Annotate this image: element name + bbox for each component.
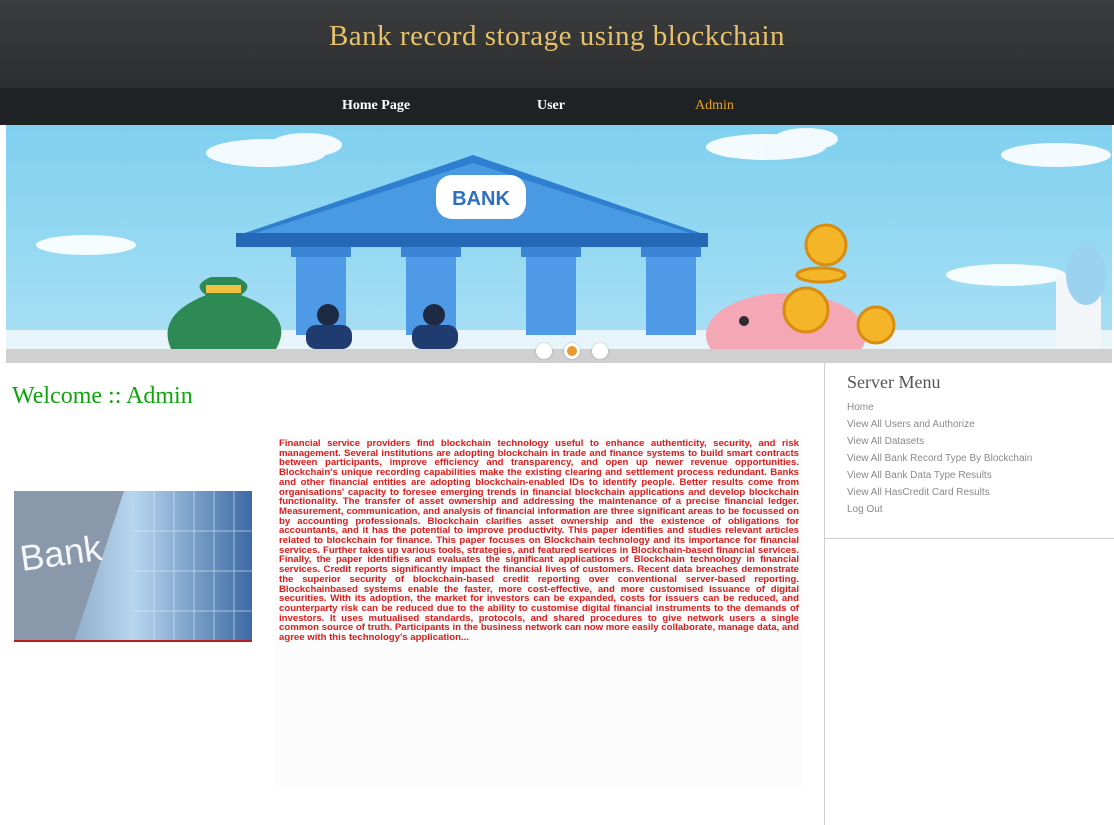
bank-illustration: BANK <box>6 128 1112 349</box>
slider-pagination <box>6 343 1112 363</box>
menu-item-view-datasets[interactable]: View All Datasets <box>847 436 1087 447</box>
server-menu: Server Menu Home View All Users and Auth… <box>825 363 1114 539</box>
slide-dot-2[interactable] <box>564 343 580 359</box>
menu-item-view-bank-record-type[interactable]: View All Bank Record Type By Blockchain <box>847 453 1087 464</box>
hero-banner-image: BANK <box>6 125 1112 349</box>
menu-item-view-users-authorize[interactable]: View All Users and Authorize <box>847 419 1087 430</box>
slide-dot-3[interactable] <box>592 343 608 359</box>
bank-building-image: Bank <box>14 491 252 640</box>
menu-item-view-bank-data-type-results[interactable]: View All Bank Data Type Results <box>847 470 1087 481</box>
bank-sign-text: BANK <box>452 188 510 210</box>
site-title: Bank record storage using blockchain <box>328 19 786 52</box>
welcome-heading: Welcome :: Admin <box>12 383 193 409</box>
menu-item-view-hascredit-card-results[interactable]: View All HasCredit Card Results <box>847 487 1087 498</box>
site-header: Bank record storage using blockchain <box>0 0 1114 88</box>
article-text: Financial service providers find blockch… <box>275 437 803 788</box>
slide-dot-1[interactable] <box>536 343 552 359</box>
nav-home-page[interactable]: Home Page <box>342 98 410 114</box>
nav-admin[interactable]: Admin <box>695 98 734 114</box>
server-menu-title: Server Menu <box>847 372 941 392</box>
menu-item-log-out[interactable]: Log Out <box>847 504 1087 515</box>
main-nav: Home Page User Admin <box>0 88 1114 125</box>
nav-user[interactable]: User <box>537 98 565 114</box>
bank-building-photo: Bank <box>14 491 252 642</box>
server-menu-list: Home View All Users and Authorize View A… <box>847 402 1087 521</box>
menu-item-home[interactable]: Home <box>847 402 1087 413</box>
